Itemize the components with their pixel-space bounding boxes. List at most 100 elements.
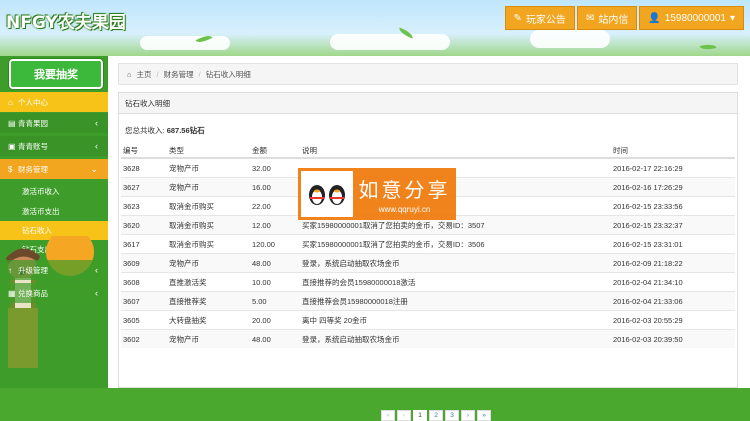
table-row: 3605 大转盘抽奖 20.00 离中 四等奖 20金币 2016-02-03 20:5… bbox=[121, 310, 735, 330]
sidebar-item-exchange[interactable]: ▦ 兑换商品 ‹ bbox=[0, 283, 108, 303]
cell-type: 宠物产币 bbox=[169, 157, 252, 178]
cell-time: 2016-02-04 21:34:10 bbox=[613, 272, 735, 292]
messages-button[interactable]: ✉ 站内信 bbox=[576, 6, 638, 30]
cell-id: 3627 bbox=[121, 177, 169, 197]
cell-amount: 22.00 bbox=[252, 196, 302, 216]
table-row: 3608 直推激活奖 10.00 直接推荐的会员15980000018激活 2016-0… bbox=[121, 272, 735, 292]
cell-time: 2016-02-17 22:16:29 bbox=[613, 157, 735, 178]
cell-desc: 买家15980000001取消了您拍卖的金币，交易ID：3506 bbox=[302, 234, 613, 254]
sidebar-item-orchard[interactable]: ▤ 青青果园 ‹ bbox=[0, 113, 108, 133]
sidebar-item-personal-center[interactable]: ⌂ 个人中心 bbox=[0, 92, 108, 112]
table-row: 3607 直接推荐奖 5.00 直接推荐会员15980000018注册 2016-02-… bbox=[121, 291, 735, 311]
site-logo[interactable]: NFGY农夫果园 bbox=[6, 8, 126, 33]
watermark-title: 如意分享 bbox=[358, 178, 451, 202]
col-desc-header: 说明 bbox=[302, 143, 613, 159]
pager-page-2[interactable]: 2 bbox=[429, 410, 443, 421]
cell-time: 2016-02-04 21:33:06 bbox=[613, 291, 735, 311]
col-amount-header: 金额 bbox=[252, 143, 302, 159]
col-id-header: 编号 bbox=[121, 143, 169, 159]
sidebar: 我要抽奖 ⌂ 个人中心 ▤ 青青果园 ‹ ▣ 青青账号 ‹ $ 财务管理 ⌄ 激… bbox=[0, 56, 108, 388]
table-row: 3617 取消金币购买 120.00 买家15980000001取消了您拍卖的金币，交… bbox=[121, 234, 735, 254]
breadcrumb-current: 钻石收入明细 bbox=[205, 69, 251, 79]
pager-last[interactable]: » bbox=[477, 410, 491, 421]
pager-prev[interactable]: ‹ bbox=[397, 410, 411, 421]
cell-amount: 20.00 bbox=[252, 310, 302, 330]
sidebar-item-label: 个人中心 bbox=[18, 97, 48, 107]
sidebar-sub-activation-expense[interactable]: 激活币支出 bbox=[0, 202, 108, 221]
penguin-icon bbox=[309, 185, 325, 205]
cell-type: 宠物产币 bbox=[169, 329, 252, 348]
chevron-down-icon: ⌄ bbox=[90, 163, 98, 174]
watermark-text: 如意分享 www.qqruyi.cn bbox=[353, 174, 456, 214]
gift-icon: ▦ bbox=[8, 288, 16, 298]
cell-type: 大转盘抽奖 bbox=[169, 310, 252, 330]
col-type-header: 类型 bbox=[169, 143, 252, 159]
sidebar-item-label: 青青果园 bbox=[18, 118, 48, 128]
table-row: 3602 宠物产币 48.00 登录，系统启动抽取农场金币 2016-02-03 20:… bbox=[121, 329, 735, 348]
col-time-header: 时间 bbox=[613, 143, 735, 159]
cell-desc: 直接推荐会员15980000018注册 bbox=[302, 291, 613, 311]
cell-amount: 16.00 bbox=[252, 177, 302, 197]
chevron-left-icon: ‹ bbox=[95, 265, 98, 275]
pagination: « ‹ 1 2 3 › » bbox=[381, 410, 491, 421]
sidebar-item-account[interactable]: ▣ 青青账号 ‹ bbox=[0, 136, 108, 156]
sidebar-sub-activation-income[interactable]: 激活币收入 bbox=[0, 182, 108, 201]
user-menu-button[interactable]: 👤 15980000001 ▾ bbox=[639, 6, 744, 30]
cell-id: 3620 bbox=[121, 215, 169, 235]
breadcrumb-finance[interactable]: 财务管理 bbox=[164, 69, 194, 80]
pager-page-1[interactable]: 1 bbox=[413, 410, 427, 421]
breadcrumb-home[interactable]: 主页 bbox=[137, 69, 152, 80]
farmer-mascot-illustration bbox=[6, 236, 94, 368]
cell-amount: 120.00 bbox=[252, 234, 302, 254]
sidebar-item-label: 兑换商品 bbox=[18, 288, 48, 298]
cell-desc: 离中 四等奖 20金币 bbox=[302, 310, 613, 330]
cell-time: 2016-02-15 23:32:37 bbox=[613, 215, 735, 235]
table-header-row: 编号 类型 金额 说明 时间 bbox=[121, 143, 735, 159]
chevron-left-icon: ‹ bbox=[95, 118, 98, 128]
top-button-group: ✎ 玩家公告 ✉ 站内信 👤 15980000001 ▾ bbox=[504, 6, 744, 30]
cell-desc: 登录，系统启动抽取农场金币 bbox=[302, 253, 613, 273]
lottery-button[interactable]: 我要抽奖 bbox=[9, 59, 103, 89]
watermark-overlay: 如意分享 www.qqruyi.cn bbox=[298, 168, 456, 220]
top-header: NFGY农夫果园 ✎ 玩家公告 ✉ 站内信 👤 15980000001 ▾ bbox=[0, 0, 750, 56]
home-icon: ⌂ bbox=[127, 69, 132, 79]
chevron-down-icon: ▾ bbox=[729, 12, 735, 24]
sidebar-item-label: 青青账号 bbox=[18, 141, 48, 151]
breadcrumb: ⌂ 主页 / 财务管理 / 钻石收入明细 bbox=[118, 63, 738, 85]
envelope-icon: ✉ bbox=[585, 12, 595, 24]
pager-first[interactable]: « bbox=[381, 410, 395, 421]
cell-type: 取消金币购买 bbox=[169, 196, 252, 216]
pager-page-3[interactable]: 3 bbox=[445, 410, 459, 421]
cell-amount: 5.00 bbox=[252, 291, 302, 311]
total-income: 您总共收入: 687.56钻石 bbox=[125, 125, 205, 136]
cell-type: 直接推荐奖 bbox=[169, 291, 252, 311]
user-menu-label: 15980000001 bbox=[664, 12, 726, 24]
cell-amount: 32.00 bbox=[252, 157, 302, 178]
breadcrumb-separator: / bbox=[198, 69, 201, 79]
cell-id: 3605 bbox=[121, 310, 169, 330]
account-icon: ▣ bbox=[8, 141, 16, 151]
diamond-income-panel: 钻石收入明细 您总共收入: 687.56钻石 编号 类型 金额 说明 时间 36… bbox=[118, 92, 738, 421]
logo-cn: 农夫果园 bbox=[57, 13, 126, 33]
cell-id: 3623 bbox=[121, 196, 169, 216]
chevron-left-icon: ‹ bbox=[95, 288, 98, 298]
announcement-button[interactable]: ✎ 玩家公告 bbox=[504, 6, 575, 30]
penguin-logo bbox=[301, 171, 353, 217]
cell-id: 3617 bbox=[121, 234, 169, 254]
table-row: 3609 宠物产币 48.00 登录，系统启动抽取农场金币 2016-02-09 21:… bbox=[121, 253, 735, 273]
announcement-label: 玩家公告 bbox=[525, 14, 566, 26]
cell-desc: 直接推荐的会员15980000018激活 bbox=[302, 272, 613, 292]
cell-time: 2016-02-03 20:39:50 bbox=[613, 329, 735, 348]
chevron-left-icon: ‹ bbox=[95, 141, 98, 151]
cell-id: 3608 bbox=[121, 272, 169, 292]
pager-next[interactable]: › bbox=[461, 410, 475, 421]
orchard-icon: ▤ bbox=[8, 118, 16, 128]
cell-time: 2016-02-16 17:26:29 bbox=[613, 177, 735, 197]
total-value: 687.56钻石 bbox=[166, 126, 205, 135]
sidebar-item-upgrade[interactable]: ↑ 升级管理 ‹ bbox=[0, 260, 108, 280]
sidebar-item-label: 财务管理 bbox=[18, 164, 48, 174]
bullhorn-icon: ✎ bbox=[513, 12, 522, 24]
cell-amount: 48.00 bbox=[252, 253, 302, 273]
sidebar-item-finance[interactable]: $ 财务管理 ⌄ bbox=[0, 159, 108, 179]
total-label: 您总共收入: bbox=[125, 126, 165, 135]
